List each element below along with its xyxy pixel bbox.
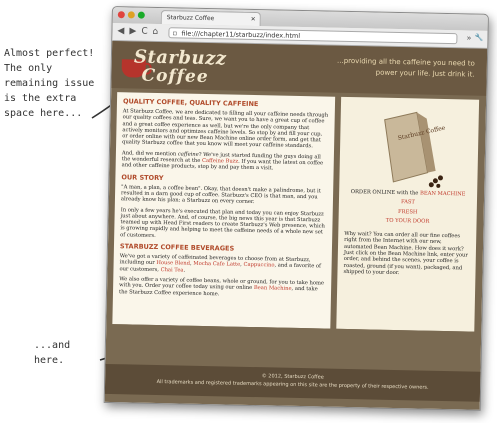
coffee-bag-image: Starbuzz Coffee [375, 110, 446, 188]
cappuccino-link[interactable]: Cappuccino [243, 262, 274, 269]
paragraph-beans: We also offer a variety of coffee beans,… [118, 276, 325, 297]
paragraph-quality: At Starbuzz Coffee, we are dedicated to … [122, 108, 329, 150]
url-field[interactable]: ▫ file:///chapter11/starbuzz/index.html [168, 27, 458, 45]
window-controls [117, 11, 145, 19]
page-header: Starbuzz Coffee ...providing all the caf… [111, 41, 488, 96]
home-button[interactable]: ⌂ [152, 27, 158, 37]
coffee-bag-icon: Starbuzz Coffee [384, 111, 446, 188]
url-text: file:///chapter11/starbuzz/index.html [181, 29, 301, 40]
heading-story: OUR STORY [121, 172, 164, 182]
paragraph-story-1: "A man, a plan, a coffee bean". Okay, th… [120, 183, 321, 206]
feature-to-your-door: TO YOUR DOOR [385, 217, 430, 225]
page-icon: ▫ [172, 29, 178, 38]
feature-fresh: FRESH [398, 208, 418, 216]
starbuzz-page: Starbuzz Coffee ...providing all the caf… [104, 41, 488, 410]
forward-button[interactable]: ▶ [129, 26, 136, 36]
minimize-window-button[interactable] [127, 11, 135, 19]
mocha-link[interactable]: Mocha Cafe Latte [193, 261, 240, 268]
feature-fast: FAST [400, 199, 415, 206]
bean-machine-link-side[interactable]: BEAN MACHINE [420, 190, 466, 197]
heading-quality: QUALITY COFFEE, QUALITY CAFFEINE [122, 97, 259, 109]
paragraph-story-2: In only a few years he's executed that p… [120, 206, 325, 239]
heading-beverages: STARBUZZ COFFEE BEVERAGES [119, 242, 235, 253]
wrench-icon[interactable]: 🔧 [475, 34, 484, 42]
bean-machine-link-main[interactable]: Bean Machine [254, 285, 292, 292]
main-column: QUALITY COFFEE, QUALITY CAFFEINE At Star… [112, 92, 336, 329]
logo-coffee: Coffee [141, 65, 209, 88]
sidebar-paragraph: Why wait? You can order all our fine cof… [343, 231, 468, 277]
header-tagline: ...providing all the caffeine you need t… [336, 56, 475, 79]
close-tab-icon[interactable]: ✕ [251, 13, 256, 27]
close-window-button[interactable] [117, 11, 125, 19]
tab-title: Starbuzz Coffee [166, 14, 215, 23]
reload-button[interactable]: C [141, 27, 148, 37]
more-menu-button[interactable]: » [466, 33, 471, 42]
chai-tea-link[interactable]: Chai Tea [161, 267, 184, 273]
paragraph-caffeine: And, did we mention caffeine? We've just… [121, 150, 324, 172]
back-button[interactable]: ◀ [117, 26, 124, 36]
sidebar: Starbuzz Coffee ORDER ONLINE with the BE… [336, 96, 480, 332]
paragraph-beverages: We've got a variety of caffeinated bever… [119, 253, 322, 274]
browser-window: Starbuzz Coffee ✕ ◀ ▶ C ⌂ ▫ file:///chap… [103, 6, 489, 411]
maximize-window-button[interactable] [137, 11, 145, 19]
